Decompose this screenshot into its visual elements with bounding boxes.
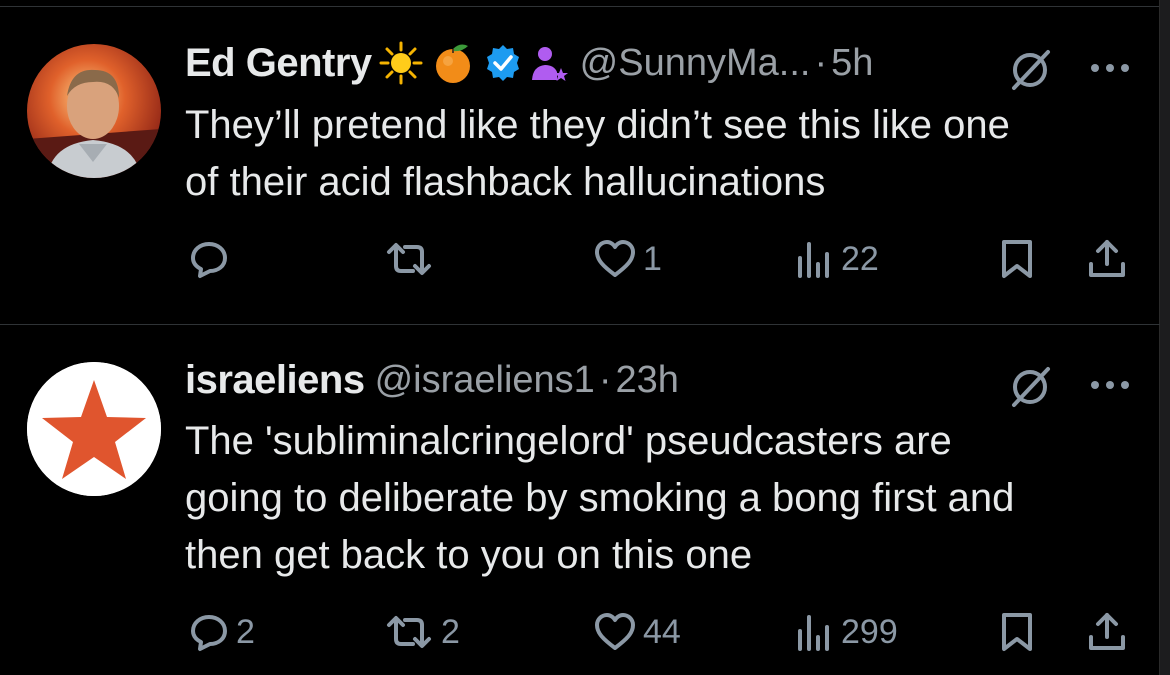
more-icon[interactable] (1090, 377, 1130, 395)
bookmark-button[interactable] (998, 238, 1036, 280)
grok-icon[interactable] (1008, 48, 1052, 97)
like-icon (595, 240, 635, 277)
separator-dot: · (814, 41, 828, 84)
tweet-text-line: going to deliberate by smoking a bong fi… (185, 476, 1015, 520)
action-bar: 2 2 44 299 (0, 611, 1160, 655)
scrollbar[interactable] (1159, 0, 1170, 675)
top-divider (0, 6, 1160, 7)
retweet-count: 2 (441, 612, 460, 651)
tweet-israeliens[interactable]: israeliens @israeliens1 · 23h The 'subli… (0, 325, 1160, 675)
user-handle[interactable]: @israeliens1 (375, 359, 595, 402)
retweet-button[interactable] (383, 238, 441, 280)
sun-emoji (378, 40, 424, 86)
share-button[interactable] (1087, 238, 1127, 280)
grok-icon[interactable] (1008, 365, 1052, 414)
more-icon[interactable] (1090, 60, 1130, 78)
tweet-ed-gentry[interactable]: Ed Gentry @SunnyMa... · 5h They’ll prete… (0, 8, 1160, 325)
views-button[interactable]: 22 (795, 238, 879, 280)
orange-emoji (430, 40, 476, 86)
like-count: 44 (643, 612, 681, 651)
views-icon (798, 615, 829, 651)
views-icon (798, 242, 829, 278)
timestamp[interactable]: 5h (831, 42, 873, 85)
like-count: 1 (643, 239, 662, 278)
view-count: 22 (841, 239, 879, 278)
reply-button[interactable] (188, 238, 236, 280)
view-count: 299 (841, 612, 898, 651)
retweet-icon (387, 616, 431, 648)
tweet-text-line: The 'subliminalcringelord' pseudcasters … (185, 419, 952, 463)
tweet-text-line: They’ll pretend like they didn’t see thi… (185, 103, 1010, 147)
person-star-icon (530, 42, 570, 84)
like-icon (595, 613, 635, 650)
verified-badge-icon[interactable] (482, 42, 524, 84)
bookmark-icon (1002, 240, 1032, 278)
share-button[interactable] (1087, 611, 1127, 653)
bookmark-icon (1002, 613, 1032, 651)
tweet-header: Ed Gentry @SunnyMa... · 5h (185, 38, 873, 88)
like-button[interactable]: 44 (593, 611, 681, 653)
display-name[interactable]: Ed Gentry (185, 41, 372, 86)
tweet-text: They’ll pretend like they didn’t see thi… (185, 97, 1145, 211)
reply-icon (191, 615, 227, 651)
retweet-button[interactable]: 2 (383, 611, 460, 653)
tweet-text-line: then get back to you on this one (185, 533, 753, 577)
reply-icon (191, 242, 227, 278)
avatar[interactable] (27, 44, 161, 178)
tweet-text: The 'subliminalcringelord' pseudcasters … (185, 413, 1145, 584)
tweet-text-line: of their acid flashback hallucinations (185, 160, 826, 204)
timestamp[interactable]: 23h (615, 359, 678, 402)
user-handle[interactable]: @SunnyMa... (580, 42, 811, 85)
bookmark-button[interactable] (998, 611, 1036, 653)
share-icon (1089, 240, 1125, 277)
avatar[interactable] (27, 362, 161, 496)
like-button[interactable]: 1 (593, 238, 662, 280)
action-bar: 1 22 (0, 238, 1160, 282)
retweet-icon (387, 243, 431, 275)
tweet-header: israeliens @israeliens1 · 23h (185, 355, 679, 405)
display-name[interactable]: israeliens (185, 358, 365, 403)
reply-button[interactable]: 2 (188, 611, 255, 653)
separator-dot: · (598, 358, 612, 401)
views-button[interactable]: 299 (795, 611, 898, 653)
reply-count: 2 (236, 612, 255, 651)
share-icon (1089, 613, 1125, 650)
